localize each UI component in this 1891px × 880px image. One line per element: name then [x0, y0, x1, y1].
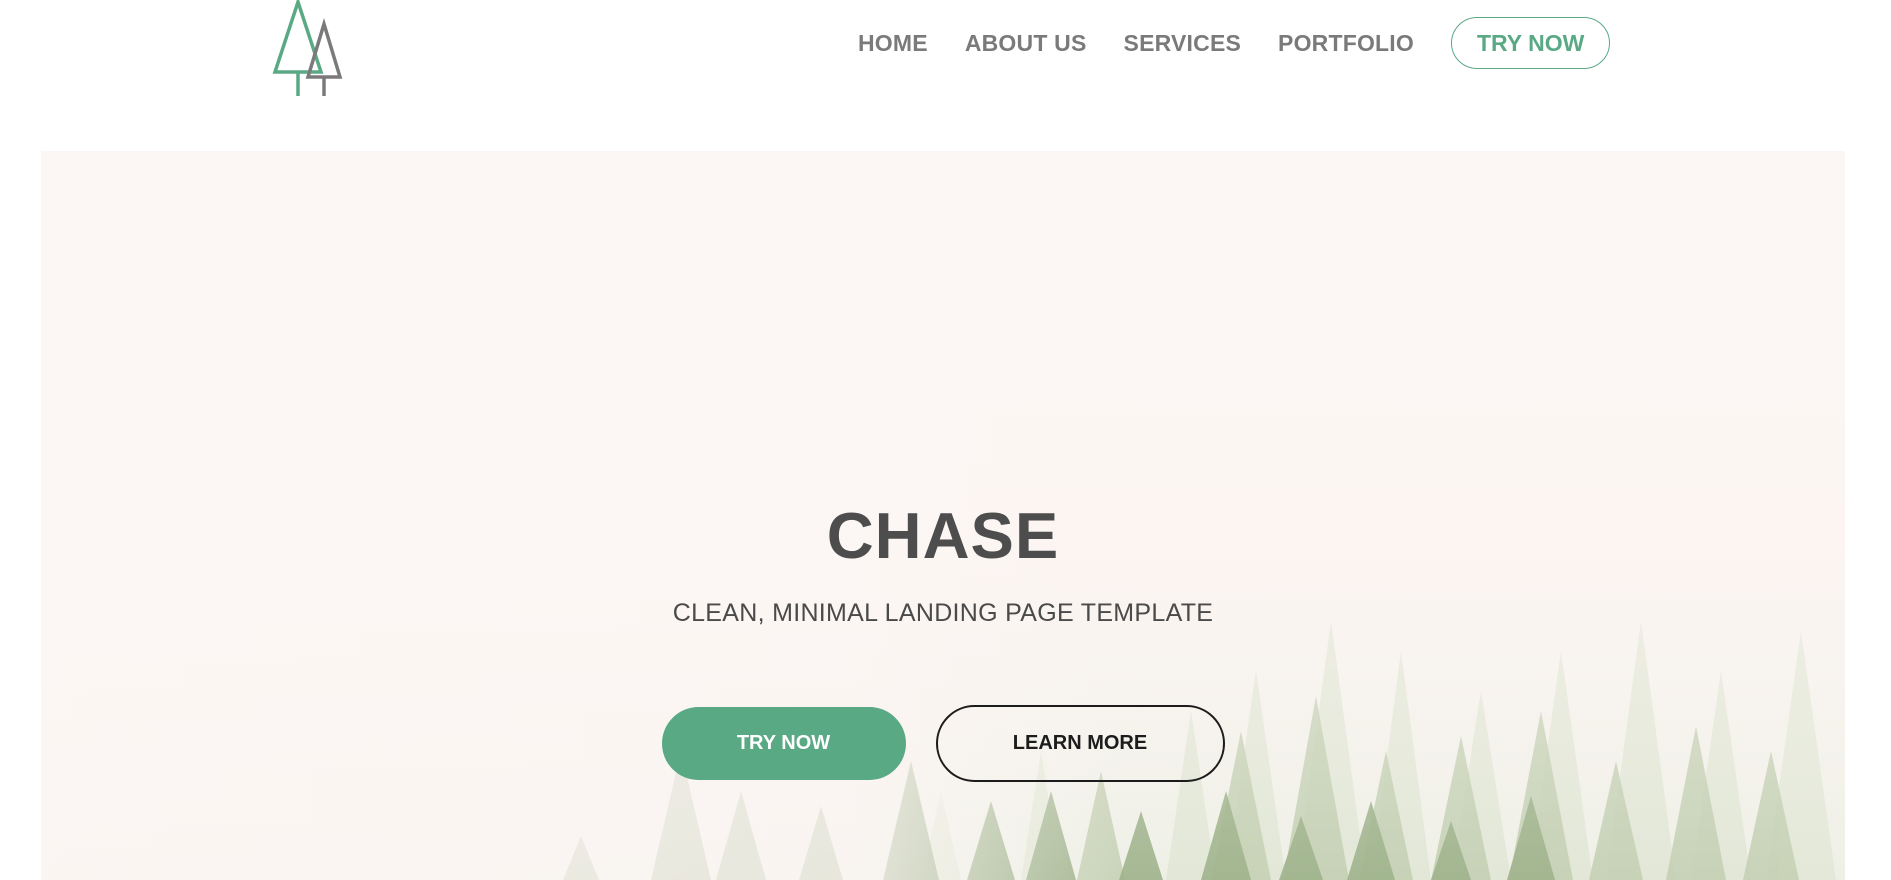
hero-button-group: TRY NOW LEARN MORE: [41, 705, 1845, 782]
nav-link-home[interactable]: HOME: [858, 30, 928, 57]
nav-link-about-us[interactable]: ABOUT US: [965, 30, 1087, 57]
nav-link-services[interactable]: SERVICES: [1124, 30, 1242, 57]
hero-title: CHASE: [826, 499, 1060, 572]
site-header: HOME ABOUT US SERVICES PORTFOLIO TRY NOW: [0, 0, 1891, 110]
main-nav: HOME ABOUT US SERVICES PORTFOLIO TRY NOW: [858, 17, 1611, 69]
hero-section: CHASE CLEAN, MINIMAL LANDING PAGE TEMPLA…: [41, 151, 1845, 880]
hero-try-now-button[interactable]: TRY NOW: [661, 707, 906, 780]
hero-subtitle: CLEAN, MINIMAL LANDING PAGE TEMPLATE: [672, 599, 1214, 627]
logo-icon[interactable]: [271, 0, 345, 97]
nav-try-now-button[interactable]: TRY NOW: [1451, 17, 1611, 69]
nav-link-portfolio[interactable]: PORTFOLIO: [1278, 30, 1414, 57]
hero-content: CHASE CLEAN, MINIMAL LANDING PAGE TEMPLA…: [41, 503, 1845, 626]
hero-learn-more-button[interactable]: LEARN MORE: [935, 705, 1225, 782]
